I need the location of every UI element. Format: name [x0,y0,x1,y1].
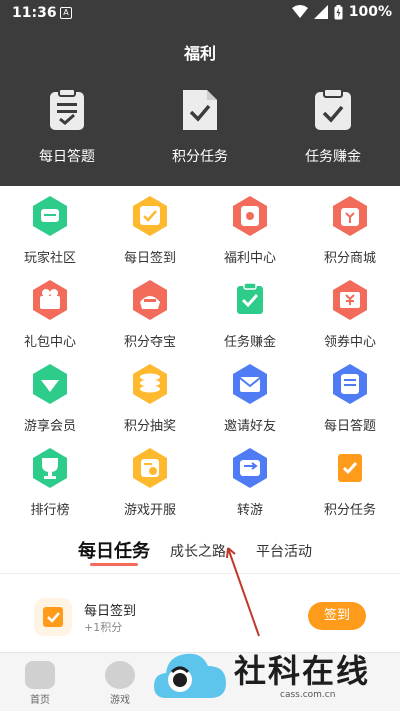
page-title: 福利 [183,44,216,63]
grid-item-label: 排行榜 [30,503,70,518]
grid-item-player-community[interactable]: 玩家社区 [5,194,95,266]
task-tabs: 每日任务 成长之路 平台活动 [0,535,400,573]
grid-item-label: 积分抽奖 [123,419,176,434]
grid-item-label: 每日答题 [323,419,376,434]
tab-platform-activities[interactable]: 平台活动 [256,541,312,561]
transfer-icon [233,448,267,488]
status-time: 11:36 [12,5,57,21]
tab-growth-path[interactable]: 成长之路 [170,541,226,561]
grid-item-coupon-center[interactable]: 领券中心 [305,278,395,350]
grid-item-gift-center[interactable]: 礼包中心 [5,278,95,350]
trophy-icon [33,448,67,488]
chat-icon [33,196,67,236]
grid-item-points-treasure[interactable]: 积分夺宝 [105,278,195,350]
coin-stack-icon [133,364,167,404]
grid-item-label: 邀请好友 [223,419,276,434]
coupon-icon [333,280,367,320]
points-task-icon [338,454,362,482]
grid-item-label: 积分商城 [323,251,376,266]
watermark-url: cass.com.cn [280,690,336,700]
tab-active-underline [90,563,138,566]
grid-item-label: 游享会员 [23,419,76,434]
clipboard-list-icon [50,88,84,130]
grid-item-label: 玩家社区 [23,251,76,266]
status-right: 100% [291,4,392,20]
battery-icon [334,4,343,19]
grid-item-points-mall[interactable]: 积分商城 [305,194,395,266]
notification-icon: A [60,7,72,19]
grid-item-daily-checkin[interactable]: 每日签到 [105,194,195,266]
heart-icon [105,661,135,689]
grid-item-points-lottery[interactable]: 积分抽奖 [105,362,195,434]
grid-item-label: 积分任务 [323,503,376,518]
cloud-logo-icon [154,653,226,698]
annotation-arrow [226,547,260,637]
grid-item-daily-quiz[interactable]: 每日答题 [305,362,395,434]
grid-item-transfer-game[interactable]: 转游 [205,446,295,518]
clipboard-check-icon [315,88,351,130]
task-name: 每日签到 [84,604,137,619]
checkin-button[interactable]: 签到 [308,602,366,630]
task-check-icon [237,282,263,314]
wifi-icon [291,5,308,18]
document-check-icon [183,90,217,130]
grid-item-welfare-center[interactable]: 福利中心 [205,194,295,266]
vip-diamond-icon [33,364,67,404]
header-feature-label: 每日答题 [39,149,95,165]
grid-item-game-server-open[interactable]: 游戏开服 [105,446,195,518]
treasure-icon [133,280,167,320]
grid-item-label: 任务赚金 [223,335,276,350]
grid-item-label: 福利中心 [223,251,276,266]
grid-item-task-earn[interactable]: 任务赚金 [205,278,295,350]
watermark-brand: 社科在线 [234,652,371,690]
battery-percent: 100% [348,4,392,20]
grid-item-leaderboard[interactable]: 排行榜 [5,446,95,518]
status-bar: 11:36 A 100% [0,0,400,28]
header: 11:36 A 100% 福利 每日答题 积分任务 任务赚金 [0,0,400,186]
nav-games[interactable]: 游戏 [90,661,150,706]
checkin-calendar-icon [43,607,63,627]
header-feature-daily-quiz[interactable]: 每日答题 [12,88,122,166]
quiz-icon [333,364,367,404]
task-points: +1积分 [84,621,123,634]
calendar-icon [133,196,167,236]
nav-home[interactable]: 首页 [10,661,70,706]
task-row: 每日签到 +1积分 签到 [0,590,400,642]
header-feature-task-earn[interactable]: 任务赚金 [278,88,388,166]
grid-item-label: 游戏开服 [123,503,176,518]
task-icon-wrap [34,598,72,636]
invite-mail-icon [233,364,267,404]
server-clock-icon [133,448,167,488]
grid-item-label: 积分夺宝 [123,335,176,350]
shop-bag-icon [333,196,367,236]
grid-item-points-task[interactable]: 积分任务 [305,446,395,518]
grid-item-label: 领券中心 [323,335,376,350]
grid-item-label: 礼包中心 [23,335,76,350]
gift-box-icon [33,280,67,320]
header-feature-points-task[interactable]: 积分任务 [145,88,255,166]
signal-icon [313,5,328,19]
nav-games-label: 游戏 [110,695,130,706]
header-feature-label: 任务赚金 [305,149,361,165]
header-feature-label: 积分任务 [172,149,228,165]
grid-item-label: 每日签到 [123,251,176,266]
grid-item-vip-member[interactable]: 游享会员 [5,362,95,434]
watermark: 社科在线 cass.com.cn [152,638,400,711]
tab-daily-tasks[interactable]: 每日任务 [78,537,150,563]
gift-envelope-icon [233,196,267,236]
grid-item-label: 转游 [236,503,263,518]
grid-item-invite-friends[interactable]: 邀请好友 [205,362,295,434]
nav-home-label: 首页 [30,695,50,706]
divider [0,573,400,574]
gamepad-icon [25,661,55,689]
